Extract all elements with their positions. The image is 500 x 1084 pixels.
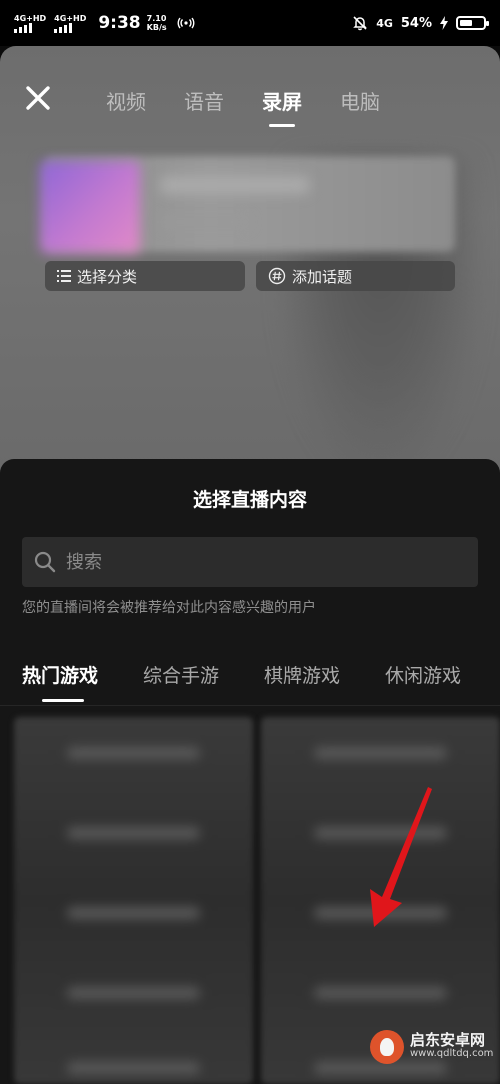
close-icon[interactable]: [24, 84, 52, 112]
watermark-sub: www.qdltdq.com: [410, 1048, 494, 1059]
watermark: 启东安卓网 www.qdltdq.com: [370, 1030, 493, 1064]
watermark-logo: [370, 1030, 404, 1064]
search-box[interactable]: [22, 537, 478, 587]
add-topic-button[interactable]: 添加话题: [256, 261, 455, 291]
add-topic-label: 添加话题: [292, 267, 353, 286]
blurred-text-line: [160, 216, 250, 228]
tab-casual-games[interactable]: 休闲游戏: [385, 661, 461, 688]
search-input[interactable]: [64, 550, 448, 574]
speed-unit: KB/s: [146, 23, 167, 32]
live-mode-tabs: 视频 语音 录屏 电脑: [106, 86, 380, 115]
signal-bars-icon: [14, 22, 32, 33]
tab-screen-record[interactable]: 录屏: [262, 86, 302, 115]
sim1-label: 4G+HD: [14, 13, 47, 23]
watermark-main: 启东安卓网: [410, 1031, 486, 1049]
tab-card-games[interactable]: 棋牌游戏: [264, 661, 340, 688]
select-category-label: 选择分类: [77, 267, 138, 286]
sim1-signal: 4G+HD: [14, 14, 46, 33]
tab-mobile-games[interactable]: 综合手游: [143, 661, 219, 688]
status-right: 4G 54%: [352, 15, 489, 31]
search-icon: [34, 551, 56, 573]
network-type: 4G: [376, 16, 393, 30]
charging-icon: [440, 16, 448, 30]
signal-bars-icon: [54, 22, 73, 33]
network-speed: 7.10 KB/s: [147, 14, 167, 32]
sim2-signal: 4G+HD: [54, 14, 86, 33]
sheet-title: 选择直播内容: [192, 489, 307, 511]
list-icon: [57, 270, 71, 282]
blurred-text-line: [160, 176, 310, 194]
hash-icon: [268, 267, 286, 285]
tab-voice[interactable]: 语音: [184, 86, 224, 115]
tab-computer[interactable]: 电脑: [340, 86, 380, 115]
hotspot-icon: [177, 17, 195, 29]
recommendation-hint: 您的直播间将会被推荐给对此内容感兴趣的用户: [22, 600, 316, 616]
status-bar: 4G+HD 4G+HD 9:38 7.10 KB/s 4G 54%: [0, 0, 500, 46]
tab-video[interactable]: 视频: [106, 86, 146, 115]
watermark-text: 启东安卓网 www.qdltdq.com: [410, 1033, 493, 1061]
blurred-cover-thumbnail: [40, 161, 140, 253]
select-category-button[interactable]: 选择分类: [45, 261, 245, 291]
status-time: 9:38: [98, 13, 141, 33]
battery-percent: 54%: [400, 15, 432, 31]
divider: [0, 705, 500, 706]
battery-icon: [456, 16, 489, 30]
game-category-tabs: 热门游戏 综合手游 棋牌游戏 休闲游戏: [22, 661, 461, 702]
red-arrow-annotation: [370, 787, 432, 927]
game-list-item[interactable]: [14, 717, 253, 1084]
battery-fill: [460, 20, 472, 26]
select-content-sheet: 选择直播内容 您的直播间将会被推荐给对此内容感兴趣的用户 热门游戏 综合手游 棋…: [0, 459, 500, 1084]
tab-hot-games[interactable]: 热门游戏: [22, 661, 98, 702]
speed-value: 7.10: [146, 14, 167, 23]
sim2-label: 4G+HD: [54, 13, 87, 23]
bell-muted-icon: [353, 16, 367, 31]
